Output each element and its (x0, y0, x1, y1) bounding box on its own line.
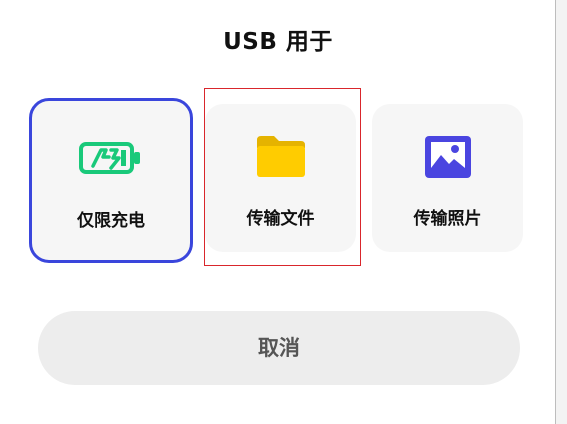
image-icon (423, 134, 473, 184)
option-charge-only[interactable]: 仅限充电 (29, 98, 193, 263)
folder-icon (254, 134, 308, 182)
cancel-button[interactable]: 取消 (38, 311, 520, 385)
option-label: 仅限充电 (77, 211, 145, 231)
scrollbar-edge (555, 0, 567, 424)
option-transfer-photos[interactable]: 传输照片 (372, 104, 523, 252)
option-label: 传输照片 (413, 209, 482, 229)
battery-charging-icon (79, 141, 143, 179)
option-transfer-files[interactable]: 传输文件 (205, 104, 356, 252)
dialog-title: USB 用于 (223, 29, 333, 55)
option-label: 传输文件 (246, 209, 315, 229)
usb-mode-dialog: USB 用于 仅限充电 传输文件 传输照片 取消 (0, 0, 567, 424)
